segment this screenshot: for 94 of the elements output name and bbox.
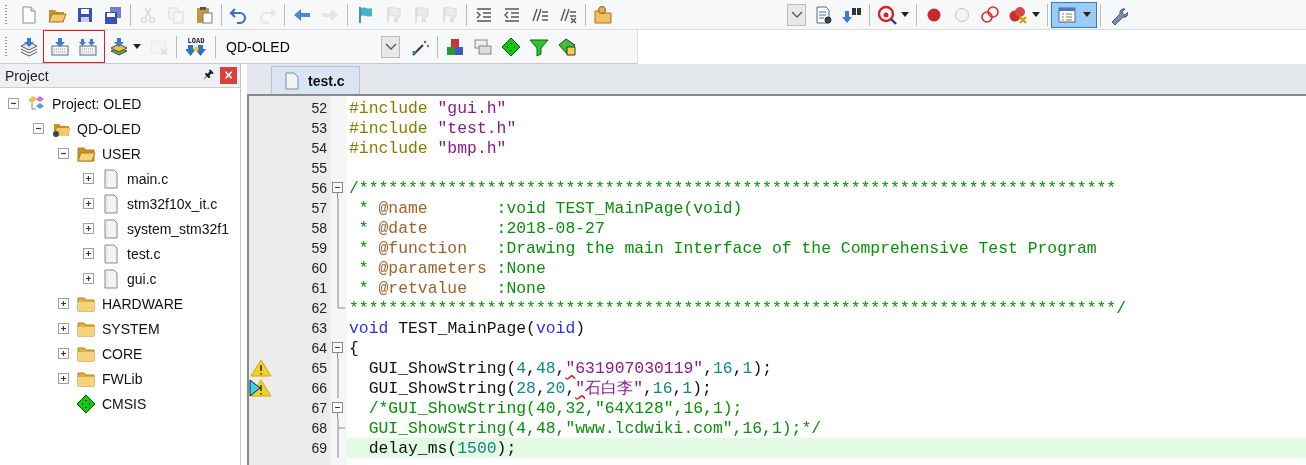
expander-icon[interactable] (83, 223, 94, 234)
caret-icon[interactable] (133, 44, 141, 49)
close-button[interactable]: × (220, 67, 237, 84)
line-number: 54 (310, 139, 328, 158)
expander-icon[interactable] (58, 323, 69, 334)
tree-item[interactable]: stm32f10x_it.c (127, 195, 218, 212)
tree-item[interactable]: HARDWARE (102, 295, 184, 312)
tree-item[interactable]: FWLib (102, 370, 143, 387)
code-line: * @parameters :None (357, 259, 546, 278)
file-icon (101, 218, 121, 239)
code-line: { (349, 339, 359, 358)
batch-build-icon[interactable] (109, 36, 129, 57)
clear-breakpoints-icon[interactable] (1008, 4, 1028, 25)
code-line: ******************************************************************************/ (349, 299, 1127, 318)
tree-item[interactable]: main.c (127, 170, 169, 187)
line-number: 55 (310, 159, 328, 178)
file-icon (101, 243, 121, 264)
expander-icon[interactable] (8, 98, 19, 109)
code-line: * @name :void TEST_MainPage(void) (357, 199, 743, 218)
line-number: 62 (310, 299, 328, 318)
line-number: 61 (310, 279, 328, 298)
code-line: * @date :2018-08-27 (357, 219, 605, 238)
debug-icon[interactable] (877, 4, 897, 25)
diamond-icon[interactable] (501, 36, 521, 57)
code-line: delay_ms(1500); (367, 439, 517, 458)
panel-title: Project (5, 67, 50, 84)
file-tab[interactable]: test.c (271, 66, 360, 94)
tree-item[interactable]: test.c (127, 245, 161, 262)
code-line: * @retvalue :None (357, 279, 546, 298)
line-number: 58 (310, 219, 328, 238)
line-number: 66 (310, 379, 328, 398)
line-number: 68 (310, 419, 328, 438)
line-number: 63 (310, 319, 328, 338)
rebuild-icon[interactable] (78, 36, 98, 57)
expander-icon[interactable] (83, 248, 94, 259)
dropdown-button[interactable] (787, 3, 806, 26)
line-number: 53 (310, 119, 328, 138)
file-icon (101, 168, 121, 189)
code-line: #include "bmp.h" (349, 139, 507, 158)
code-line: #include "gui.h" (349, 99, 507, 118)
line-number: 56 (310, 179, 328, 198)
diamond-icon (76, 393, 96, 414)
save-all-icon[interactable] (103, 4, 123, 25)
build-icon[interactable] (50, 36, 70, 57)
chevron-icon (384, 42, 397, 51)
code-line: #include "test.h" (349, 119, 517, 138)
pin-button[interactable]: 🖈 (203, 65, 214, 86)
expander-icon[interactable] (83, 198, 94, 209)
file-icon (284, 71, 300, 90)
line-number: 59 (310, 239, 328, 258)
code-line: /*GUI_ShowString(40,32,"64X128",16,1); (367, 399, 743, 418)
code-line: GUI_ShowString(28,20,"石白李",16,1); (367, 379, 712, 398)
line-number: 65 (310, 359, 328, 378)
chevron-icon (790, 10, 803, 19)
caret-icon[interactable] (1083, 12, 1091, 17)
file-icon (101, 193, 121, 214)
expander-icon[interactable] (58, 348, 69, 359)
line-number: 57 (310, 199, 328, 218)
tree-item[interactable]: USER (102, 145, 141, 162)
components-icon[interactable] (445, 36, 465, 57)
caret-icon[interactable] (901, 12, 909, 17)
code-line: GUI_ShowString(4,48,"631907030119",16,1); (367, 359, 773, 378)
tree-item[interactable]: system_stm32f1 (127, 220, 229, 237)
caret-icon[interactable] (1032, 12, 1040, 17)
code-line: /***************************************************************************** (349, 179, 1117, 198)
tree-item[interactable]: CMSIS (102, 395, 147, 412)
line-number: 67 (310, 399, 328, 418)
tree-item[interactable]: gui.c (127, 270, 157, 287)
line-number: 60 (310, 259, 328, 278)
expander-icon[interactable] (83, 273, 94, 284)
breakpoints-icon[interactable] (980, 4, 1000, 25)
file-icon (101, 268, 121, 289)
expander-icon[interactable] (58, 298, 69, 309)
tree-item[interactable]: Project: OLED (52, 95, 142, 112)
find-in-files-icon[interactable] (814, 4, 834, 25)
funnel-icon[interactable] (529, 36, 549, 57)
code-line: * @function :Drawing the main Interface of the Comprehensive Test Program (357, 239, 1097, 258)
line-number: 69 (310, 439, 328, 458)
code-line: void TEST_MainPage(void) (349, 319, 586, 338)
download-arrows-icon (186, 45, 206, 56)
line-number: 52 (310, 99, 328, 118)
expander-icon[interactable] (58, 148, 69, 159)
window-view-button[interactable] (1051, 1, 1097, 28)
paste-icon[interactable] (194, 4, 214, 25)
tree-item[interactable]: CORE (102, 345, 143, 362)
target-dropdown[interactable]: QD-OLED (222, 35, 406, 58)
expander-icon[interactable] (58, 373, 69, 384)
folder-icon[interactable] (593, 4, 613, 25)
tree-item[interactable]: SYSTEM (102, 320, 160, 337)
expander-icon[interactable] (83, 173, 94, 184)
code-line: GUI_ShowString(4,48,"www.lcdwiki.com",16,1);*/ (367, 419, 822, 438)
expander-icon[interactable] (33, 123, 44, 134)
tree-item[interactable]: QD-OLED (77, 120, 141, 137)
line-number: 64 (310, 339, 328, 358)
